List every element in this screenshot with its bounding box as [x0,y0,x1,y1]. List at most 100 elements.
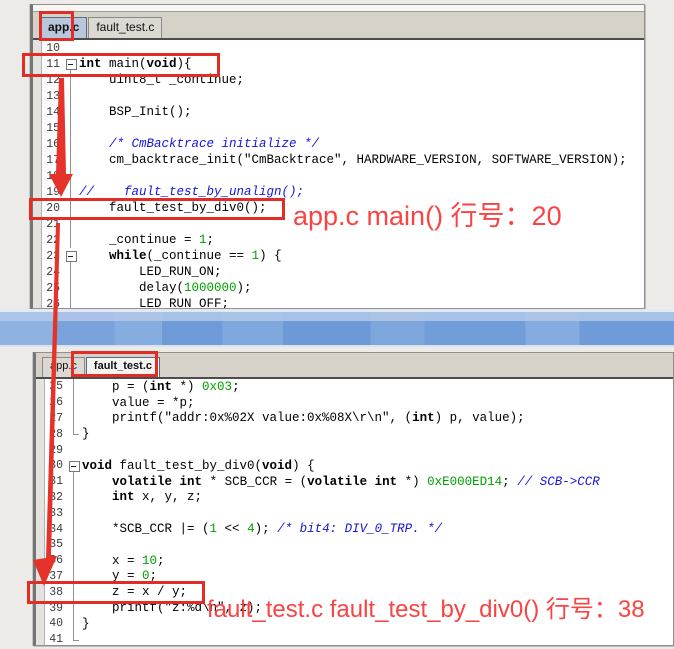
highlight-box-line11-main [22,53,220,77]
code-line-31: 31 volatile int * SCB_CCR = (volatile in… [36,474,673,490]
line-number: 14 [43,106,64,119]
line-number: 17 [43,154,64,167]
line-number: 41 [46,633,67,645]
fold-margin [67,474,80,490]
fold-margin [67,442,80,458]
code-text: p = (int *) 0x03; [80,380,240,394]
line-number: 40 [46,617,67,630]
code-line-13: 13 [33,88,644,104]
code-line-29: 29 [36,442,673,458]
code-text: value = *p; [80,396,195,410]
line-number: 33 [46,507,67,520]
line-number: 36 [46,554,67,567]
code-text: cm_backtrace_init("CmBacktrace", HARDWAR… [77,153,627,167]
fold-margin [64,168,77,184]
fold-end-corner-icon [67,426,80,442]
code-line-33: 33 [36,505,673,521]
code-line-18: 18 [33,168,644,184]
code-line-27: 27 printf("addr:0x%02X value:0x%08X\r\n"… [36,411,673,427]
line-number: 31 [46,475,67,488]
line-number: 30 [46,459,67,472]
code-line-35: 35 [36,537,673,553]
line-number: 18 [43,170,64,183]
code-line-32: 32 int x, y, z; [36,490,673,506]
code-text: } [80,427,90,441]
fold-margin [67,553,80,569]
line-number: 35 [46,538,67,551]
line-number: 32 [46,491,67,504]
code-text: delay(1000000); [77,281,252,295]
code-line-25: 25 p = (int *) 0x03; [36,379,673,395]
fold-margin [64,264,77,280]
code-line-14: 14 BSP_Init(); [33,104,644,120]
line-number: 26 [43,298,64,309]
line-number: 23 [43,250,64,263]
fold-margin [67,616,80,632]
code-line-34: 34 *SCB_CCR |= (1 << 4); /* bit4: DIV_0_… [36,521,673,537]
code-line-41: 41 [36,632,673,645]
line-number: 28 [46,428,67,441]
code-line-16: 16 /* CmBacktrace initialize */ [33,136,644,152]
code-text: // fault_test_by_unalign(); [77,185,304,199]
fold-margin [64,296,77,308]
code-line-26: 26 value = *p; [36,395,673,411]
code-editor-app-c[interactable]: 1011int main(void){12 uint8_t _continue;… [33,40,644,308]
line-number: 25 [46,380,67,393]
window-top-strip [33,5,644,12]
tab-fault-test-c[interactable]: fault_test.c [88,17,162,38]
fold-margin [64,104,77,120]
editor-gutter [36,379,45,645]
line-number: 19 [43,186,64,199]
tab-bar-top: app.c fault_test.c [33,12,644,40]
code-text: void fault_test_by_div0(void) { [80,459,315,473]
code-text: _continue = 1; [77,233,214,247]
line-number: 27 [46,412,67,425]
fold-margin [67,521,80,537]
line-number: 26 [46,396,67,409]
code-line-26: 26 LED_RUN_OFF; [33,296,644,308]
code-text: /* CmBacktrace initialize */ [77,137,319,151]
fold-margin [64,152,77,168]
highlight-box-line38 [27,581,205,604]
code-text: int x, y, z; [80,490,202,504]
code-text: *SCB_CCR |= (1 << 4); /* bit4: DIV_0_TRP… [80,522,442,536]
line-number: 16 [43,138,64,151]
fold-margin [64,136,77,152]
code-text: LED_RUN_OFF; [77,297,229,308]
fold-margin [67,490,80,506]
highlight-box-tab-app-c [39,11,74,41]
fold-collapse-icon[interactable] [64,248,77,264]
code-text: LED_RUN_ON; [77,265,222,279]
highlight-box-tab-fault-test-c [71,351,158,377]
fold-collapse-icon[interactable] [67,458,80,474]
editor-gutter [33,40,42,308]
blue-divider-bar [0,309,674,347]
editor-window-app-c: app.c fault_test.c 1011int main(void){12… [30,4,645,309]
line-number: 15 [43,122,64,135]
line-number: 29 [46,444,67,457]
code-line-25: 25 delay(1000000); [33,280,644,296]
code-text: x = 10; [80,554,165,568]
fold-margin [64,280,77,296]
highlight-box-line20 [29,198,285,220]
fold-margin [67,537,80,553]
code-text: BSP_Init(); [77,105,192,119]
line-number: 25 [43,282,64,295]
annotation-line38: fault_test.c fault_test_by_div0() 行号：38 [207,589,645,624]
code-line-30: 30 void fault_test_by_div0(void) { [36,458,673,474]
code-line-22: 22 _continue = 1; [33,232,644,248]
code-text: } [80,617,90,631]
code-text: while(_continue == 1) { [77,249,282,263]
fold-margin [67,395,80,411]
line-number: 13 [43,90,64,103]
line-number: 34 [46,523,67,536]
code-line-28: 28} [36,426,673,442]
annotation-line20: app.c main() 行号：20 [293,194,562,233]
fold-margin [64,88,77,104]
code-line-23: 23 while(_continue == 1) { [33,248,644,264]
code-line-17: 17 cm_backtrace_init("CmBacktrace", HARD… [33,152,644,168]
line-number: 22 [43,234,64,247]
line-number: 24 [43,266,64,279]
code-text: volatile int * SCB_CCR = (volatile int *… [80,475,600,489]
fold-margin [64,232,77,248]
